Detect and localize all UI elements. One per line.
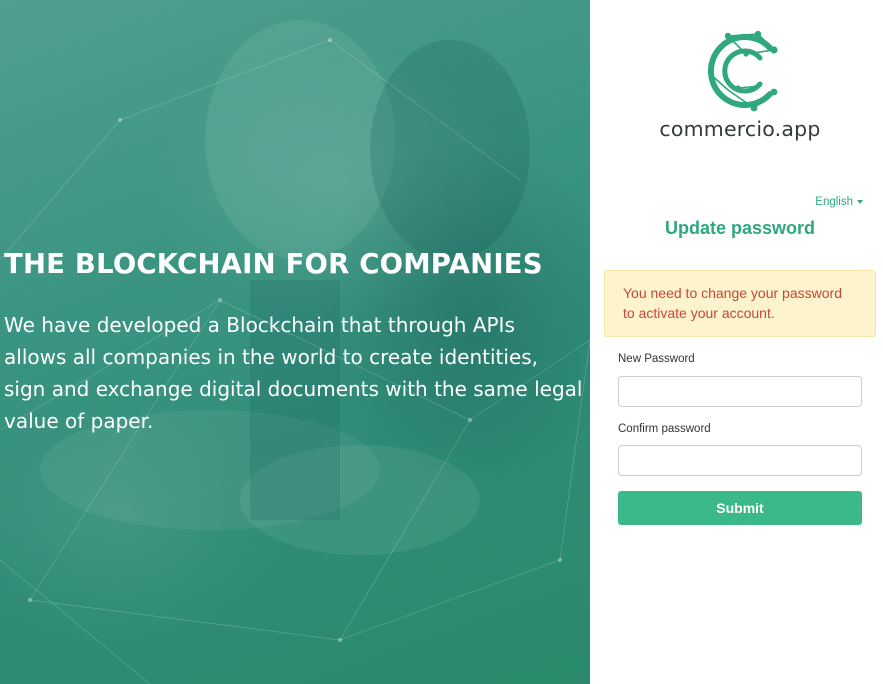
confirm-password-label: Confirm password (618, 423, 711, 435)
commercio-logo-icon (707, 30, 778, 112)
hero-panel: THE BLOCKCHAIN FOR COMPANIES We have dev… (0, 0, 590, 684)
confirm-password-input[interactable] (618, 445, 862, 476)
warning-alert: You need to change your password to acti… (604, 270, 876, 337)
language-selector[interactable]: English (815, 196, 863, 208)
caret-down-icon (857, 200, 863, 204)
hero-description-line: sign and exchange digital documents with… (4, 377, 583, 401)
new-password-label: New Password (618, 353, 695, 365)
brand-name: commercio.app (659, 117, 821, 141)
login-panel: commercio.app English Update password Yo… (590, 0, 883, 684)
hero-title: THE BLOCKCHAIN FOR COMPANIES (4, 248, 543, 280)
hero-description-line: We have developed a Blockchain that thro… (4, 313, 515, 337)
hero-description-line: allows all companies in the world to cre… (4, 345, 539, 369)
new-password-input[interactable] (618, 376, 862, 407)
language-selected: English (815, 196, 853, 208)
submit-button[interactable]: Submit (618, 491, 862, 525)
hero-description-line: value of paper. (4, 409, 154, 433)
hero-description: We have developed a Blockchain that thro… (4, 309, 588, 437)
form-title: Update password (664, 218, 816, 238)
